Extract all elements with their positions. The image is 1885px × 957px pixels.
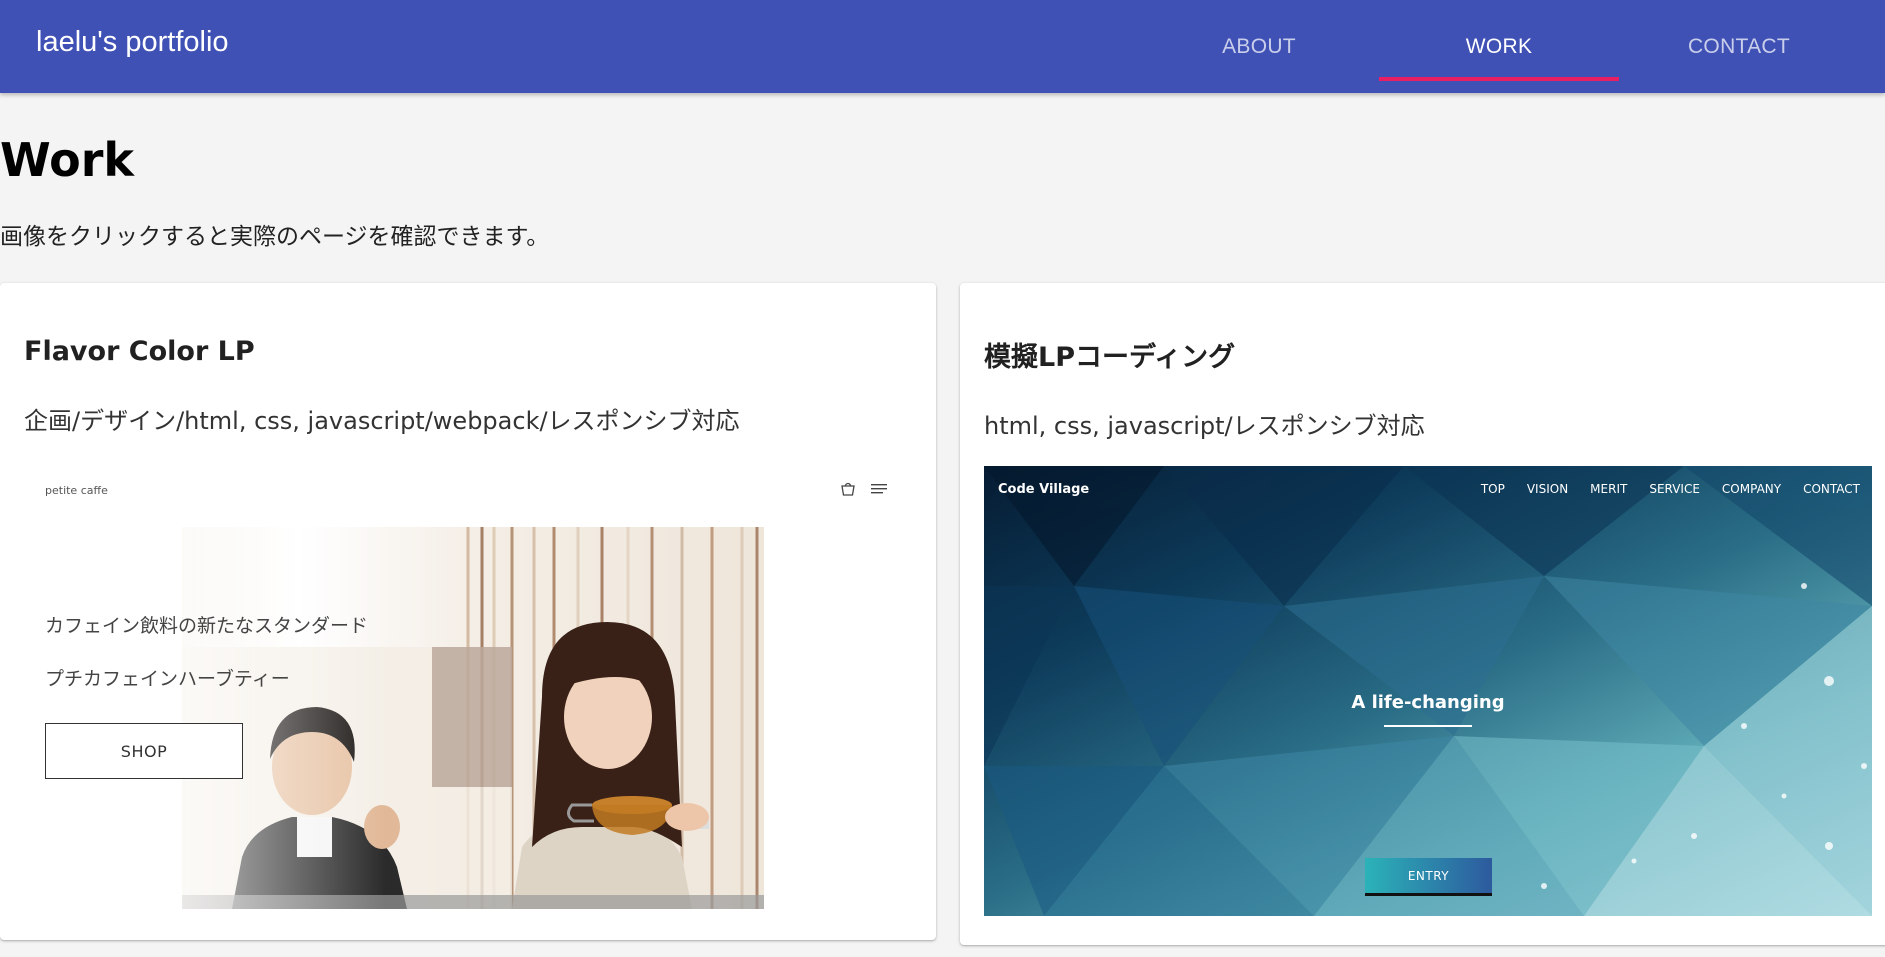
tab-work[interactable]: WORK [1379, 0, 1619, 93]
thumb-logo: Code Village [998, 482, 1090, 497]
thumb-nav-item: MERIT [1590, 482, 1628, 496]
active-tab-indicator [1379, 77, 1619, 81]
menu-icon [871, 484, 887, 494]
work-card-mock-lp: 模擬LPコーディング html, css, javascript/レスポンシブ対… [960, 283, 1885, 945]
tab-contact[interactable]: CONTACT [1619, 0, 1859, 93]
thumb-nav-item: CONTACT [1803, 482, 1860, 496]
tab-about-label: ABOUT [1222, 34, 1296, 58]
thumb-nav-item: VISION [1526, 482, 1569, 496]
photo-illustration [182, 527, 764, 909]
work-card-flavor-color: Flavor Color LP 企画/デザイン/html, css, javas… [0, 283, 936, 940]
page-title: Work [0, 133, 134, 187]
thumb-nav: TOP VISION MERIT SERVICE COMPANY CONTACT [1481, 482, 1860, 496]
tab-about[interactable]: ABOUT [1139, 0, 1379, 93]
thumb-logo: petite caffe [45, 484, 108, 497]
entry-button[interactable]: ENTRY [1365, 858, 1492, 896]
thumb-copy-line-1: カフェイン飲料の新たなスタンダード [45, 615, 369, 637]
headline-underline [1384, 725, 1472, 727]
code-village-thumbnail[interactable]: Code Village TOP VISION MERIT SERVICE CO… [984, 466, 1872, 916]
thumb-copy-line-2: プチカフェインハーブティー [45, 668, 290, 690]
hero-photo [182, 527, 764, 909]
card-description: 企画/デザイン/html, css, javascript/webpack/レス… [24, 407, 740, 435]
brand-title[interactable]: laelu's portfolio [36, 26, 229, 59]
tab-work-label: WORK [1465, 34, 1533, 58]
app-bar: laelu's portfolio ABOUT WORK CONTACT [0, 0, 1885, 93]
thumb-nav-item: COMPANY [1721, 482, 1782, 496]
low-poly-background [984, 466, 1872, 916]
shop-button[interactable]: SHOP [45, 723, 243, 779]
card-title: Flavor Color LP [24, 336, 255, 367]
card-title: 模擬LPコーディング [984, 342, 1236, 373]
shopping-bag-icon [841, 482, 855, 496]
page-lead-text: 画像をクリックすると実際のページを確認できます。 [0, 224, 550, 250]
thumb-header-icons [840, 481, 888, 497]
tab-contact-label: CONTACT [1687, 34, 1791, 58]
flavor-color-thumbnail[interactable]: petite caffe カフェイン飲料の新たなスタンダード プチカフェインハー… [24, 461, 912, 913]
thumb-nav-item: TOP [1480, 482, 1505, 496]
thumb-headline: A life-changing [1351, 692, 1505, 713]
thumb-nav-item: SERVICE [1649, 482, 1700, 496]
card-description: html, css, javascript/レスポンシブ対応 [984, 412, 1425, 440]
